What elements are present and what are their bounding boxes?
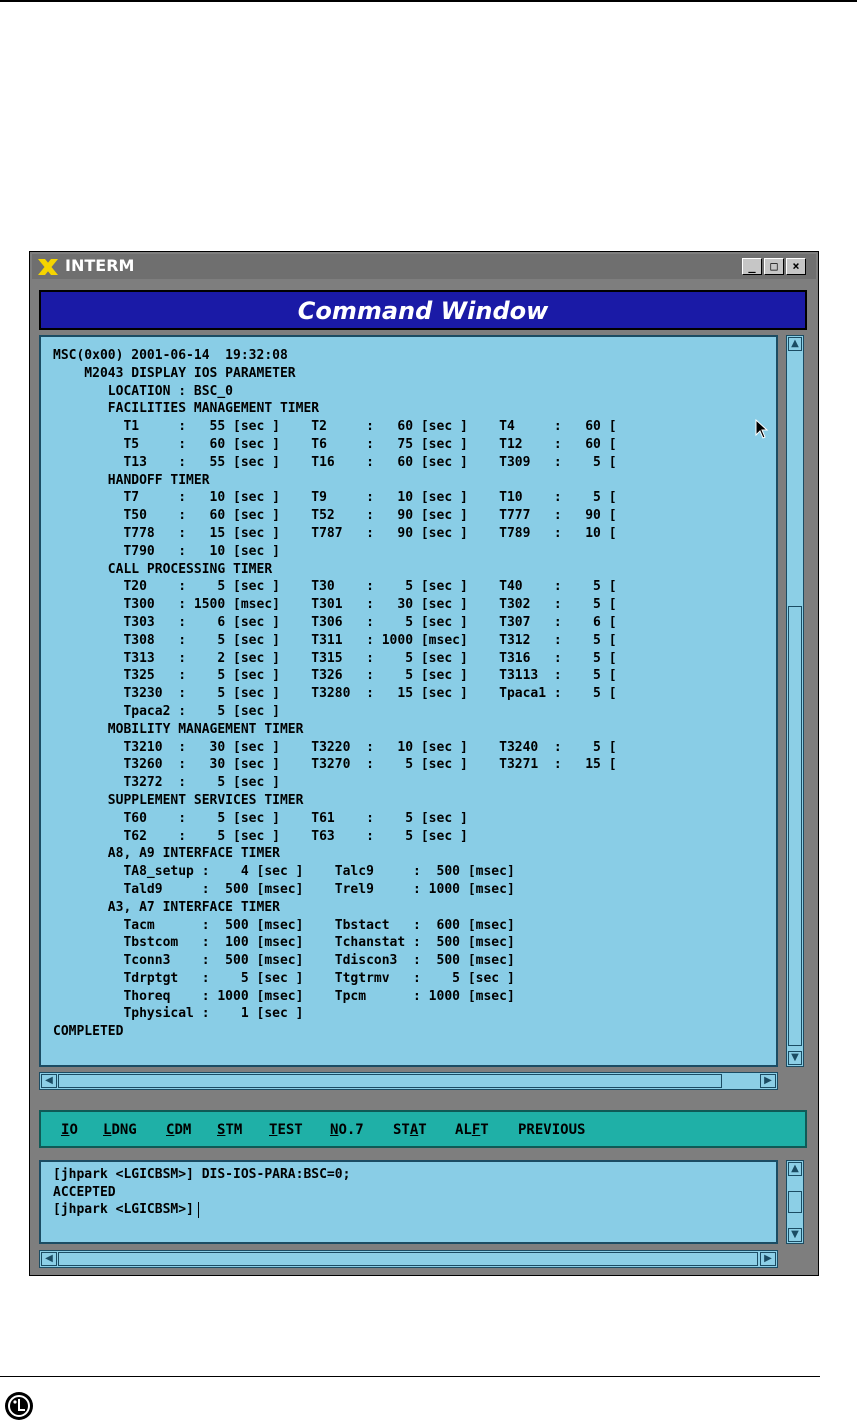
output-line: T3230 : 5 [sec ] T3280 : 15 [sec ] Tpaca… xyxy=(53,686,617,702)
output-vertical-scrollbar[interactable]: ▲ ▼ xyxy=(786,335,804,1067)
output-line: Tpaca2 : 5 [sec ] xyxy=(53,703,280,719)
output-line: Tphysical : 1 [sec ] xyxy=(53,1006,304,1022)
output-line: T3272 : 5 [sec ] xyxy=(53,775,280,791)
output-line: SUPPLEMENT SERVICES TIMER xyxy=(53,792,304,808)
output-line: COMPLETED xyxy=(53,1024,124,1040)
menu-label-suffix: DNG xyxy=(111,1122,137,1138)
text-cursor xyxy=(197,1201,199,1218)
output-line: T60 : 5 [sec ] T61 : 5 [sec ] xyxy=(53,810,468,826)
menu-label-prefix: AL xyxy=(455,1122,472,1138)
command-history-line: [jhpark <LGICBSM>] DIS-IOS-PARA:BSC=0; xyxy=(53,1167,351,1182)
menu-item-ldng[interactable]: LDNG xyxy=(103,1122,137,1138)
menu-item-stat[interactable]: STAT xyxy=(393,1122,427,1138)
scroll-down-arrow-icon[interactable]: ▼ xyxy=(788,1228,802,1242)
output-line: T5 : 60 [sec ] T6 : 75 [sec ] T12 : 60 [ xyxy=(53,436,617,452)
menu-item-no7[interactable]: NO.7 xyxy=(330,1122,364,1138)
output-line: T13 : 55 [sec ] T16 : 60 [sec ] T309 : 5… xyxy=(53,454,617,470)
command-input-panel[interactable]: [jhpark <LGICBSM>] DIS-IOS-PARA:BSC=0; A… xyxy=(39,1160,778,1244)
command-prompt: [jhpark <LGICBSM>] xyxy=(53,1202,194,1217)
lg-logo-icon xyxy=(5,1392,33,1420)
output-line: FACILITIES MANAGEMENT TIMER xyxy=(53,401,320,417)
output-line: T1 : 55 [sec ] T2 : 60 [sec ] T4 : 60 [ xyxy=(53,419,617,435)
page-top-rule xyxy=(0,0,857,2)
command-output-text: MSC(0x00) 2001-06-14 19:32:08 M2043 DISP… xyxy=(53,347,617,1041)
scroll-left-arrow-icon[interactable]: ◀ xyxy=(41,1074,57,1088)
menu-item-io[interactable]: IO xyxy=(61,1122,78,1138)
menu-label-prefix: PREVIOUS xyxy=(518,1122,586,1138)
menu-label-suffix: O.7 xyxy=(338,1122,364,1138)
menu-label-suffix: O xyxy=(69,1122,78,1138)
output-line: T20 : 5 [sec ] T30 : 5 [sec ] T40 : 5 [ xyxy=(53,579,617,595)
output-line: MOBILITY MANAGEMENT TIMER xyxy=(53,721,304,737)
menu-item-previous[interactable]: PREVIOUS xyxy=(518,1122,585,1138)
output-line: A8, A9 INTERFACE TIMER xyxy=(53,846,280,862)
command-window-header: Command Window xyxy=(39,290,807,330)
output-line: T50 : 60 [sec ] T52 : 90 [sec ] T777 : 9… xyxy=(53,508,617,524)
output-line: CALL PROCESSING TIMER xyxy=(53,561,273,577)
output-line: HANDOFF TIMER xyxy=(53,472,210,488)
output-line: M2043 DISPLAY IOS PARAMETER xyxy=(53,365,296,381)
maximize-button[interactable]: □ xyxy=(764,258,784,275)
menu-label-suffix: T xyxy=(418,1122,427,1138)
x-window-logo-icon xyxy=(38,259,58,275)
command-window-title: Command Window xyxy=(297,297,549,325)
input-horizontal-scrollbar[interactable]: ◀ ▶ xyxy=(39,1250,778,1268)
menu-label-suffix: DM xyxy=(174,1122,192,1138)
menu-label-prefix: ST xyxy=(393,1122,410,1138)
output-line: T300 : 1500 [msec] T301 : 30 [sec ] T302… xyxy=(53,597,617,613)
window-title: INTERM xyxy=(65,256,135,275)
scroll-left-arrow-icon[interactable]: ◀ xyxy=(41,1252,57,1266)
output-line: Thoreq : 1000 [msec] Tpcm : 1000 [msec] xyxy=(53,988,515,1004)
menu-label-suffix: T xyxy=(480,1122,489,1138)
output-line: T778 : 15 [sec ] T787 : 90 [sec ] T789 :… xyxy=(53,525,617,541)
command-output-panel[interactable]: MSC(0x00) 2001-06-14 19:32:08 M2043 DISP… xyxy=(39,335,778,1067)
menu-item-alft[interactable]: ALFT xyxy=(455,1122,489,1138)
menu-item-cdm[interactable]: CDM xyxy=(166,1122,191,1138)
output-line: A3, A7 INTERFACE TIMER xyxy=(53,899,280,915)
output-line: T3260 : 30 [sec ] T3270 : 5 [sec ] T3271… xyxy=(53,757,617,773)
close-button[interactable]: × xyxy=(786,258,806,275)
output-line: Tacm : 500 [msec] Tbstact : 600 [msec] xyxy=(53,917,515,933)
command-status-line: ACCEPTED xyxy=(53,1184,116,1200)
output-line: TA8_setup : 4 [sec ] Talc9 : 500 [msec] xyxy=(53,864,515,880)
input-vertical-scrollbar[interactable]: ▲ ▼ xyxy=(786,1160,804,1244)
menu-label-suffix: TM xyxy=(225,1122,243,1138)
command-menu-bar: IO LDNG CDM STM TEST NO.7 STAT ALFT PREVIOUS xyxy=(39,1110,807,1148)
output-hscroll-thumb[interactable] xyxy=(58,1074,722,1088)
scroll-right-arrow-icon[interactable]: ▶ xyxy=(760,1252,776,1266)
scroll-down-arrow-icon[interactable]: ▼ xyxy=(788,1051,802,1065)
scroll-up-arrow-icon[interactable]: ▲ xyxy=(788,1162,802,1176)
output-line: LOCATION : BSC_0 xyxy=(53,383,234,399)
output-line: Tdrptgt : 5 [sec ] Ttgtrmv : 5 [sec ] xyxy=(53,970,515,986)
input-scroll-thumb[interactable] xyxy=(788,1191,802,1213)
output-horizontal-scrollbar[interactable]: ◀ ▶ xyxy=(39,1072,778,1090)
menu-item-test[interactable]: TEST xyxy=(269,1122,303,1138)
interm-window: INTERM _ □ × Command Window MSC(0x00) 20… xyxy=(29,251,819,1276)
scroll-up-arrow-icon[interactable]: ▲ xyxy=(788,337,802,351)
minimize-button[interactable]: _ xyxy=(742,258,762,275)
output-line: T7 : 10 [sec ] T9 : 10 [sec ] T10 : 5 [ xyxy=(53,490,617,506)
output-line: Tald9 : 500 [msec] Trel9 : 1000 [msec] xyxy=(53,881,515,897)
output-line: T3210 : 30 [sec ] T3220 : 10 [sec ] T324… xyxy=(53,739,617,755)
command-input-text[interactable]: [jhpark <LGICBSM>] DIS-IOS-PARA:BSC=0; A… xyxy=(53,1166,350,1219)
scroll-right-arrow-icon[interactable]: ▶ xyxy=(760,1074,776,1088)
output-line: T790 : 10 [sec ] xyxy=(53,543,280,559)
output-line: T325 : 5 [sec ] T326 : 5 [sec ] T3113 : … xyxy=(53,668,617,684)
output-line: T303 : 6 [sec ] T306 : 5 [sec ] T307 : 6… xyxy=(53,614,617,630)
menu-label-suffix: EST xyxy=(277,1122,303,1138)
menu-item-stm[interactable]: STM xyxy=(217,1122,242,1138)
input-hscroll-thumb[interactable] xyxy=(58,1252,758,1266)
output-line: T313 : 2 [sec ] T315 : 5 [sec ] T316 : 5… xyxy=(53,650,617,666)
mouse-pointer-icon xyxy=(755,419,769,439)
output-line: MSC(0x00) 2001-06-14 19:32:08 xyxy=(53,348,288,363)
output-line: T62 : 5 [sec ] T63 : 5 [sec ] xyxy=(53,828,468,844)
output-scroll-thumb[interactable] xyxy=(788,606,802,1046)
window-titlebar[interactable]: INTERM _ □ × xyxy=(32,254,816,279)
page-bottom-rule xyxy=(0,1376,820,1377)
output-line: Tconn3 : 500 [msec] Tdiscon3 : 500 [msec… xyxy=(53,953,515,969)
output-line: Tbstcom : 100 [msec] Tchanstat : 500 [ms… xyxy=(53,935,515,951)
output-line: T308 : 5 [sec ] T311 : 1000 [msec] T312 … xyxy=(53,632,617,648)
